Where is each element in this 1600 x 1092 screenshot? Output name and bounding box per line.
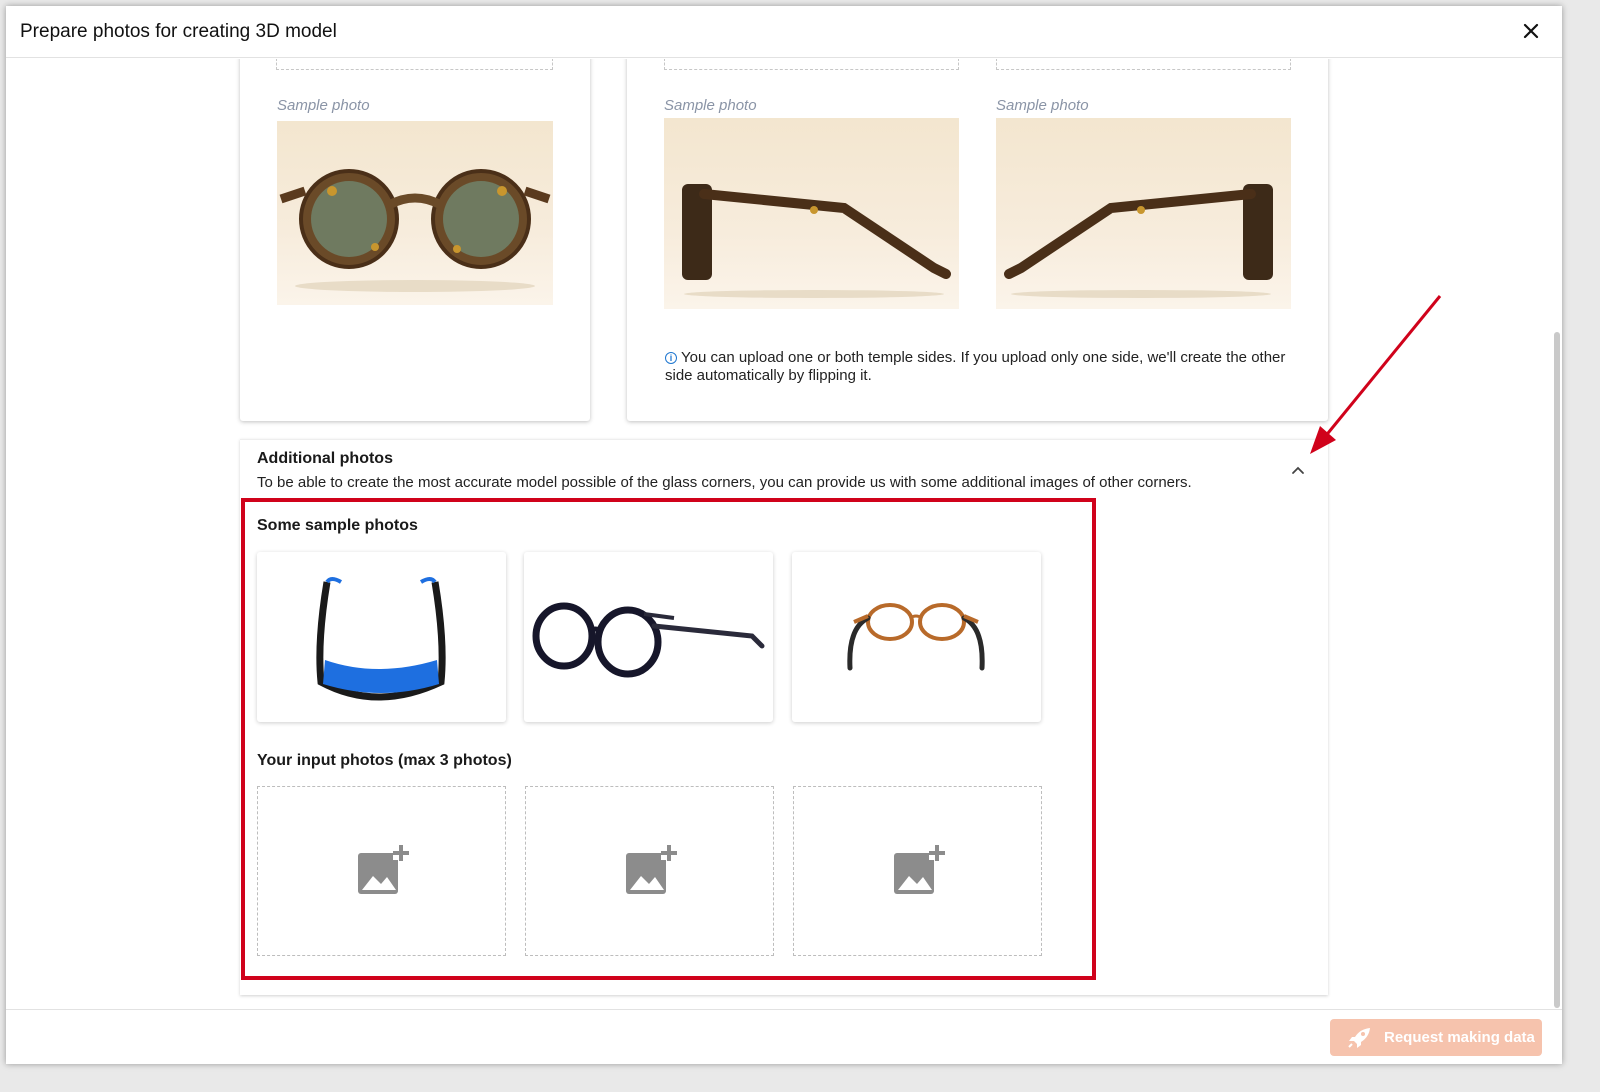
dialog-header: Prepare photos for creating 3D model: [6, 6, 1562, 58]
add-photo-icon: [894, 844, 945, 894]
input-photos-title: Your input photos (max 3 photos): [257, 752, 512, 769]
front-upload-slot[interactable]: [276, 59, 553, 70]
left-temple-sample-photo: [664, 118, 959, 309]
sample-photo-1: [257, 552, 506, 722]
sample-photo-2: [524, 552, 773, 722]
additional-photos-description: To be able to create the most accurate m…: [257, 474, 1192, 491]
add-photo-icon: [358, 844, 409, 894]
sample-photo-3: [792, 552, 1041, 722]
add-photo-icon: [626, 844, 677, 894]
sample-photos-title: Some sample photos: [257, 517, 418, 534]
additional-photos-section: Additional photos To be able to create t…: [240, 439, 1328, 995]
right-temple-sample-label: Sample photo: [996, 97, 1089, 114]
upload-slot-2[interactable]: [525, 786, 774, 956]
red-arrow-icon: [1310, 295, 1442, 454]
additional-photos-title: Additional photos: [257, 450, 393, 467]
dialog-title: Prepare photos for creating 3D model: [20, 21, 337, 42]
close-icon[interactable]: [1520, 20, 1542, 42]
temple-info-text: You can upload one or both temple sides.…: [665, 349, 1286, 384]
front-photo-card: Sample photo: [240, 59, 590, 421]
temple-photo-card: Sample photo Sample photo i You can uplo…: [627, 59, 1328, 421]
right-temple-sample-photo: [996, 118, 1291, 309]
right-temple-upload-slot[interactable]: [996, 59, 1291, 70]
upload-slot-3[interactable]: [793, 786, 1042, 956]
request-making-data-button[interactable]: Request making data: [1330, 1019, 1542, 1056]
dialog-footer: Request making data: [6, 1009, 1562, 1064]
front-sample-photo: [277, 121, 553, 305]
front-sample-label: Sample photo: [277, 97, 370, 114]
scrollbar[interactable]: [1554, 332, 1560, 1008]
left-temple-upload-slot[interactable]: [664, 59, 959, 70]
temple-info: i You can upload one or both temple sides…: [665, 349, 1295, 385]
chevron-up-icon[interactable]: [1290, 462, 1306, 478]
dialog: Prepare photos for creating 3D model Sam…: [6, 6, 1562, 1064]
rocket-icon: [1348, 1028, 1370, 1048]
upload-slot-1[interactable]: [257, 786, 506, 956]
left-temple-sample-label: Sample photo: [664, 97, 757, 114]
request-button-label: Request making data: [1384, 1029, 1535, 1046]
info-icon: i: [665, 352, 677, 364]
dialog-content: Sample photo Sample photo Sample photo i…: [6, 59, 1554, 1009]
